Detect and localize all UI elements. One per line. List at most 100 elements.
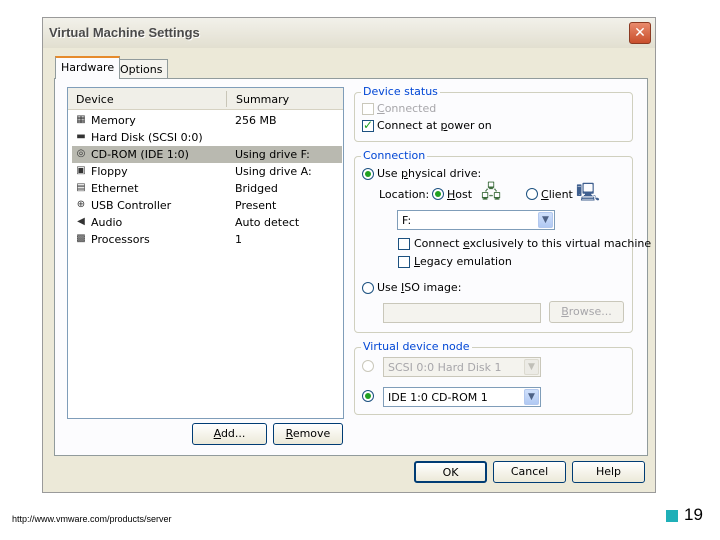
device-row[interactable]: ▬ Hard Disk (SCSI 0:0) <box>72 129 342 146</box>
exclusive-label-post: xclusively to this virtual machine <box>469 237 652 250</box>
device-summary: Auto detect <box>235 216 300 229</box>
device-summary: Using drive A: <box>235 165 312 178</box>
host-computer-icon: 🖧 <box>480 182 502 203</box>
tab-hardware[interactable]: Hardware <box>55 56 121 79</box>
browse-label-mnemonic: B <box>561 305 569 318</box>
ethernet-icon: ▤ <box>76 182 86 193</box>
connection-label: Connection <box>361 149 428 162</box>
connect-exclusively-checkbox[interactable] <box>398 238 410 250</box>
title-bar[interactable]: Virtual Machine Settings ✕ <box>43 18 655 48</box>
scsi-node-value: SCSI 0:0 Hard Disk 1 <box>388 361 502 374</box>
use-physical-drive-radio[interactable] <box>362 168 374 180</box>
device-list[interactable]: Device Summary ▦ Memory 256 MB ▬ Hard Disk (… <box>67 87 344 419</box>
device-list-header: Device Summary <box>68 88 343 110</box>
device-name: Hard Disk (SCSI 0:0) <box>91 131 203 144</box>
legacy-emulation-checkbox[interactable] <box>398 256 410 268</box>
tab-options-label: Options <box>120 63 163 76</box>
device-row[interactable]: ⊕ USB Controller Present <box>72 197 342 214</box>
browse-label-post: rowse... <box>568 305 612 318</box>
hard-disk-icon: ▬ <box>76 131 86 142</box>
connect-at-power-on-label: Connect at power on <box>377 119 492 132</box>
device-row[interactable]: ◀ Audio Auto detect <box>72 214 342 231</box>
power-label-mnemonic: p <box>440 119 448 132</box>
help-label: Help <box>595 465 622 478</box>
device-name: Memory <box>91 114 136 127</box>
device-row[interactable]: ▩ Processors 1 <box>72 231 342 248</box>
device-row[interactable]: ◎ CD-ROM (IDE 1:0) Using drive F: <box>72 146 342 163</box>
use-iso-image-label: Use ISO image: <box>377 281 461 294</box>
iso-label-post: SO image: <box>404 281 462 294</box>
floppy-icon: ▣ <box>76 165 86 176</box>
device-row[interactable]: ▣ Floppy Using drive A: <box>72 163 342 180</box>
device-status-label: Device status <box>361 85 440 98</box>
ok-button[interactable]: OK <box>414 461 487 483</box>
device-summary: 256 MB <box>235 114 277 127</box>
chevron-down-icon[interactable]: ▼ <box>524 389 539 405</box>
help-button[interactable]: Help <box>572 461 645 483</box>
close-icon: ✕ <box>634 25 646 41</box>
client-label: Client <box>541 188 573 201</box>
remove-button[interactable]: Remove <box>273 423 343 445</box>
footer-url: http://www.vmware.com/products/server <box>12 514 172 524</box>
physical-label-post: hysical drive: <box>408 167 482 180</box>
location-label: Location: <box>379 188 430 201</box>
cancel-label: Cancel <box>510 465 549 478</box>
device-name: Audio <box>91 216 123 229</box>
add-label-post: dd... <box>220 427 246 440</box>
host-label-post: ost <box>455 188 473 201</box>
connected-label: Connected <box>377 102 436 115</box>
host-radio[interactable] <box>432 188 444 200</box>
ide-node-value: IDE 1:0 CD-ROM 1 <box>388 391 488 404</box>
device-summary: Using drive F: <box>235 148 310 161</box>
connected-label-mnemonic: C <box>377 102 385 115</box>
device-name: Processors <box>91 233 150 246</box>
add-button[interactable]: Add... <box>192 423 267 445</box>
virtual-device-node-label: Virtual device node <box>361 340 472 353</box>
iso-image-path-field[interactable] <box>383 303 541 323</box>
scsi-node-select[interactable]: SCSI 0:0 Hard Disk 1 ▼ <box>383 357 541 377</box>
connected-label-post: onnected <box>384 102 437 115</box>
device-name: Ethernet <box>91 182 139 195</box>
iso-label-pre: Use <box>377 281 402 294</box>
tab-options[interactable]: Options <box>114 59 169 79</box>
memory-icon: ▦ <box>76 114 86 125</box>
device-row[interactable]: ▤ Ethernet Bridged <box>72 180 342 197</box>
tab-hardware-label: Hardware <box>61 61 115 74</box>
legacy-emulation-label: Legacy emulation <box>414 255 512 268</box>
device-name: Floppy <box>91 165 128 178</box>
close-button[interactable]: ✕ <box>629 22 651 44</box>
power-label-pre: Connect at <box>377 119 441 132</box>
client-computer-icon: 🖳 <box>575 182 600 203</box>
connected-checkbox[interactable] <box>362 103 374 115</box>
device-summary: Bridged <box>235 182 278 195</box>
client-radio[interactable] <box>526 188 538 200</box>
host-label: Host <box>447 188 472 201</box>
column-header-device[interactable]: Device <box>76 93 114 106</box>
scsi-node-radio[interactable] <box>362 360 374 372</box>
use-iso-image-radio[interactable] <box>362 282 374 294</box>
page-number: 19 <box>684 505 703 524</box>
chevron-down-icon[interactable]: ▼ <box>538 212 553 228</box>
device-name: USB Controller <box>91 199 172 212</box>
exclusive-label-mnemonic: e <box>462 237 470 250</box>
physical-label-pre: Use <box>377 167 402 180</box>
column-header-summary[interactable]: Summary <box>236 93 289 106</box>
device-name: CD-ROM (IDE 1:0) <box>91 148 189 161</box>
physical-drive-value: F: <box>402 214 412 227</box>
device-row[interactable]: ▦ Memory 256 MB <box>72 112 342 129</box>
physical-drive-select[interactable]: F: ▼ <box>397 210 555 230</box>
cancel-button[interactable]: Cancel <box>493 461 566 483</box>
column-divider[interactable] <box>226 91 227 107</box>
remove-label-mnemonic: R <box>285 427 293 440</box>
page-marker-square <box>666 510 678 522</box>
ide-node-select[interactable]: IDE 1:0 CD-ROM 1 ▼ <box>383 387 541 407</box>
chevron-down-icon[interactable]: ▼ <box>524 359 539 375</box>
device-summary: Present <box>235 199 277 212</box>
ide-node-radio[interactable] <box>362 390 374 402</box>
connect-at-power-on-checkbox[interactable] <box>362 118 374 132</box>
usb-icon: ⊕ <box>76 199 86 210</box>
legacy-label-post: egacy emulation <box>419 255 512 268</box>
device-summary: 1 <box>235 233 242 246</box>
browse-button[interactable]: Browse... <box>549 301 624 323</box>
add-label-mnemonic: A <box>213 427 221 440</box>
